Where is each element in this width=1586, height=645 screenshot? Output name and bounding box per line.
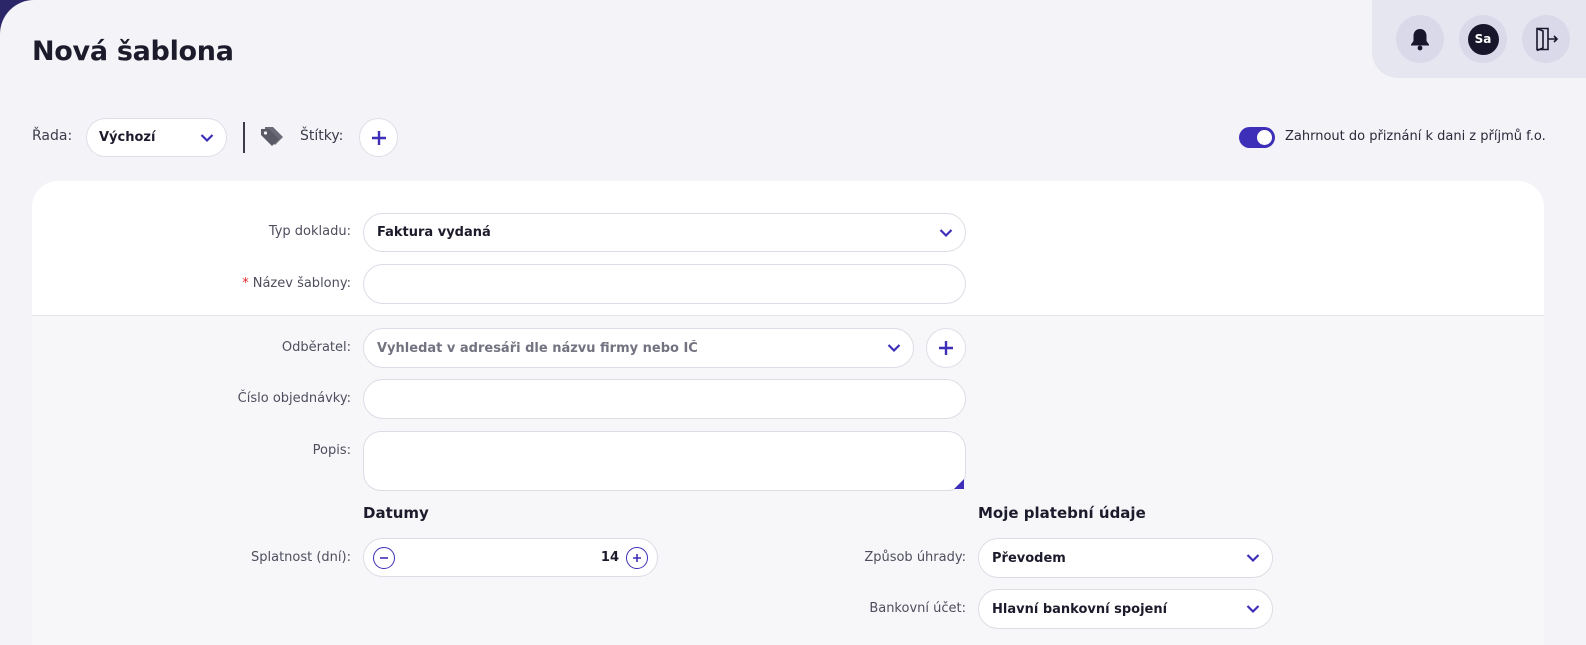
cislo-objednavky-input[interactable] xyxy=(363,379,966,419)
required-mark: * xyxy=(242,276,249,291)
avatar: Sa xyxy=(1467,23,1499,55)
tags-icon xyxy=(261,127,283,146)
nazev-sablony-label-text: Název šablony: xyxy=(252,276,351,291)
increment-button[interactable] xyxy=(626,547,648,569)
splatnost-stepper[interactable]: 14 xyxy=(363,538,658,577)
minus-icon xyxy=(380,557,388,559)
datumy-heading: Datumy xyxy=(363,504,429,522)
plus-icon xyxy=(371,130,386,145)
typ-dokladu-select[interactable]: Faktura vydaná xyxy=(363,213,966,252)
tax-return-toggle-label: Zahrnout do přiznání k dani z příjmů f.o… xyxy=(1285,129,1546,144)
bankovni-ucet-value: Hlavní bankovní spojení xyxy=(992,601,1168,617)
user-avatar-button[interactable]: Sa xyxy=(1459,15,1507,63)
plus-icon xyxy=(633,554,641,562)
chevron-down-icon xyxy=(887,344,901,353)
splatnost-label: Splatnost (dní): xyxy=(250,550,351,565)
plus-icon xyxy=(939,341,953,355)
logout-button[interactable] xyxy=(1522,15,1570,63)
zpusob-uhrady-label: Způsob úhrady: xyxy=(864,550,966,565)
nazev-sablony-input[interactable] xyxy=(363,264,966,304)
textarea-resize-handle[interactable] xyxy=(954,479,964,489)
odberatel-search-select[interactable]: Vyhledat v adresáři dle názvu firmy nebo… xyxy=(363,328,914,368)
splatnost-value: 14 xyxy=(600,550,619,565)
rada-select[interactable]: Výchozí xyxy=(86,118,227,157)
toggle-knob xyxy=(1257,130,1272,145)
decrement-button[interactable] xyxy=(373,547,395,569)
chevron-down-icon xyxy=(939,228,953,237)
rada-label: Řada: xyxy=(32,128,73,144)
top-action-bar: Sa xyxy=(1372,0,1586,78)
typ-dokladu-label: Typ dokladu: xyxy=(268,224,351,239)
toolbar-divider xyxy=(243,122,245,153)
typ-dokladu-value: Faktura vydaná xyxy=(377,225,491,240)
page-title: Nová šablona xyxy=(32,36,234,67)
odberatel-label: Odběratel: xyxy=(281,340,351,355)
odberatel-placeholder: Vyhledat v adresáři dle názvu firmy nebo… xyxy=(377,340,698,356)
popis-label: Popis: xyxy=(312,443,351,458)
bell-icon xyxy=(1411,29,1429,51)
add-tag-button[interactable] xyxy=(359,118,398,157)
platebni-udaje-heading: Moje platební údaje xyxy=(978,504,1146,522)
notifications-button[interactable] xyxy=(1396,15,1444,63)
popis-textarea[interactable] xyxy=(363,431,966,491)
chevron-down-icon xyxy=(200,133,214,142)
bankovni-ucet-label: Bankovní účet: xyxy=(869,601,966,616)
nazev-sablony-label: * Název šablony: xyxy=(151,276,351,291)
stitky-label: Štítky: xyxy=(300,128,344,144)
app-page: Nová šablona Sa Řada: Výchozí Štítky: Za… xyxy=(0,0,1586,645)
exit-door-icon xyxy=(1536,27,1559,52)
add-odberatel-button[interactable] xyxy=(926,328,966,368)
zpusob-uhrady-select[interactable]: Převodem xyxy=(978,538,1273,578)
chevron-down-icon xyxy=(1246,605,1260,614)
cislo-objednavky-label: Číslo objednávky: xyxy=(237,391,351,406)
rada-value: Výchozí xyxy=(99,130,156,145)
zpusob-uhrady-value: Převodem xyxy=(992,550,1066,566)
chevron-down-icon xyxy=(1246,554,1260,563)
tax-return-toggle[interactable] xyxy=(1239,127,1275,148)
bankovni-ucet-select[interactable]: Hlavní bankovní spojení xyxy=(978,589,1273,629)
